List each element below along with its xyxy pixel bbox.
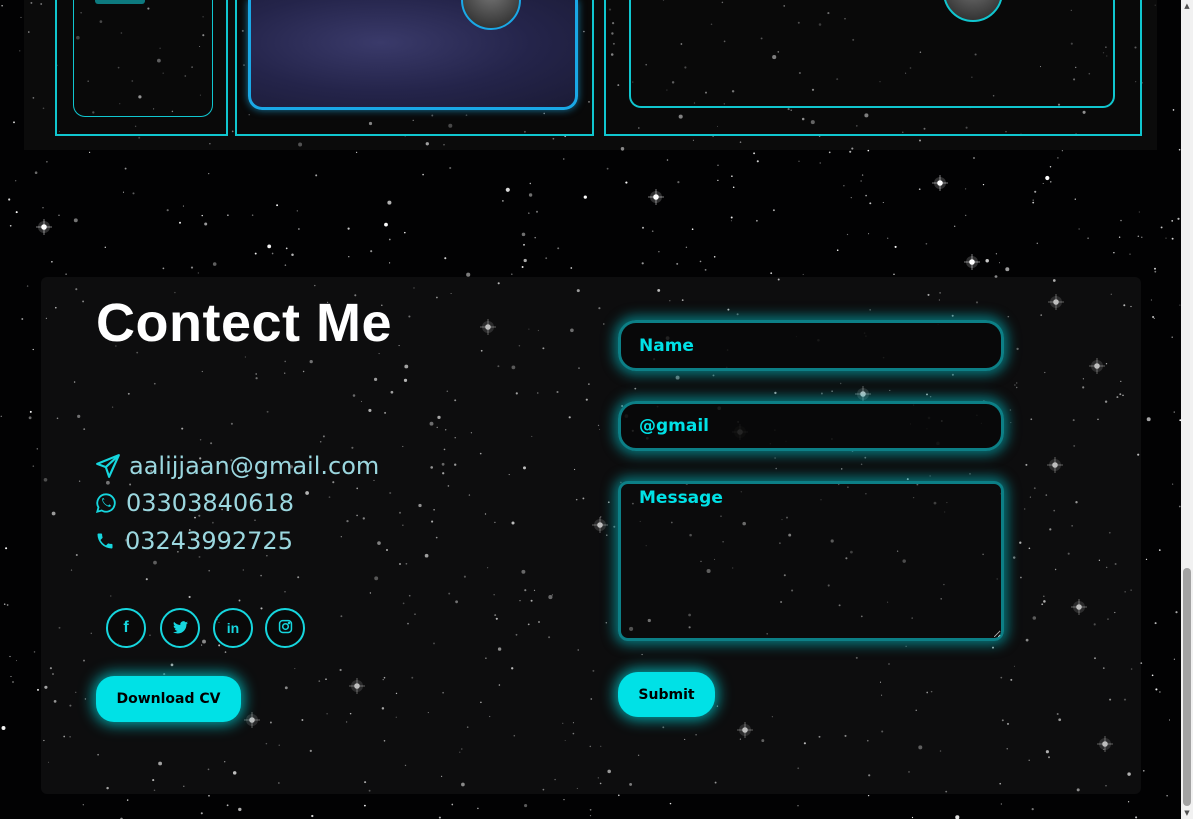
email-info: aalijjaan@gmail.com <box>95 452 379 480</box>
name-input[interactable] <box>618 320 1004 371</box>
twitter-icon <box>172 619 188 638</box>
project-card-2-image <box>248 0 578 110</box>
message-textarea[interactable] <box>618 481 1004 641</box>
whatsapp-icon <box>95 490 117 516</box>
linkedin-link[interactable]: in <box>213 608 253 648</box>
phone-info: 03243992725 <box>95 527 293 555</box>
scroll-up-arrow-icon[interactable]: ▲ <box>1181 0 1193 12</box>
scroll-down-arrow-icon[interactable]: ▼ <box>1181 807 1193 819</box>
instagram-icon <box>278 619 293 638</box>
project-card-1[interactable] <box>55 0 228 136</box>
paper-plane-icon <box>95 453 121 479</box>
email-text: aalijjaan@gmail.com <box>129 452 380 480</box>
submit-button[interactable]: Submit <box>618 672 715 717</box>
twitter-link[interactable] <box>160 608 200 648</box>
project-card-3-frame <box>629 0 1115 108</box>
phone-text: 03243992725 <box>125 527 293 555</box>
whatsapp-info: 03303840618 <box>95 489 294 517</box>
project-card-3[interactable] <box>604 0 1142 136</box>
whatsapp-text: 03303840618 <box>126 489 294 517</box>
project-card-1-badge <box>95 0 145 4</box>
contact-title: Contect Me <box>96 293 393 353</box>
project-card-2-avatar <box>461 0 521 30</box>
linkedin-icon: in <box>226 620 240 636</box>
facebook-icon: f <box>123 619 129 636</box>
project-card-1-frame <box>73 0 213 117</box>
instagram-link[interactable] <box>265 608 305 648</box>
phone-icon <box>95 528 115 554</box>
page: Contect Me aalijjaan@gmail.com 033038406… <box>0 0 1193 819</box>
download-cv-button[interactable]: Download CV <box>96 676 241 722</box>
facebook-link[interactable]: f <box>106 608 146 648</box>
scrollbar-thumb[interactable] <box>1183 568 1191 806</box>
email-input[interactable] <box>618 401 1004 451</box>
page-scrollbar[interactable]: ▲ ▼ <box>1181 0 1193 819</box>
